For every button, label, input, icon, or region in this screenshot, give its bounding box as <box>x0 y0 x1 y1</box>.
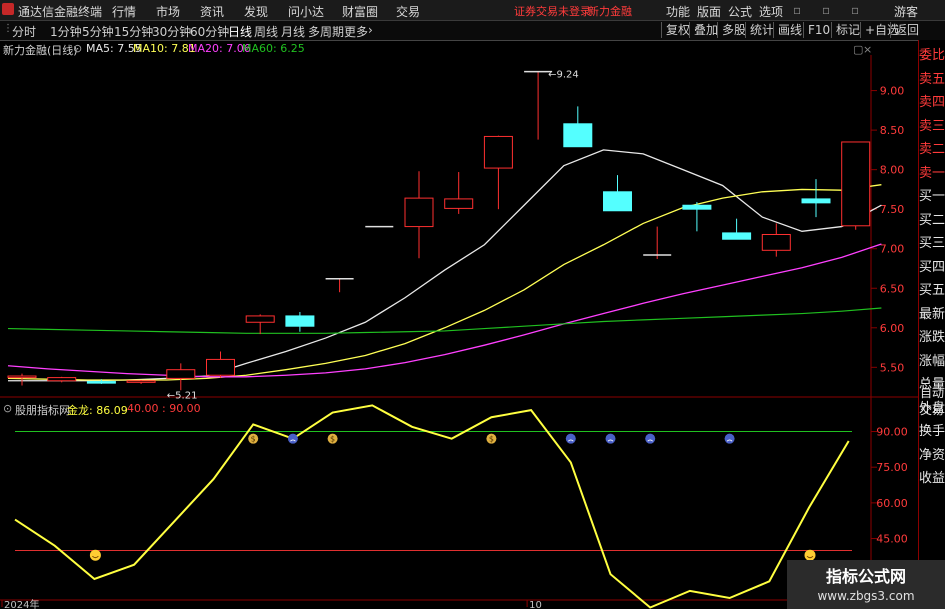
watermark-title: 指标公式网 <box>825 567 906 586</box>
candle-body <box>682 204 712 210</box>
side-panel-item[interactable]: 换手 <box>919 420 945 443</box>
svg-text:$: $ <box>489 435 494 444</box>
svg-text:$: $ <box>330 435 335 444</box>
side-panel-item[interactable]: 卖四 <box>919 91 945 114</box>
marker-money-icon: $ <box>486 433 497 444</box>
side-panel-item[interactable]: 收益 <box>919 467 945 490</box>
marker-sad-icon <box>724 433 735 444</box>
candle-body <box>603 191 632 212</box>
side-panel-item[interactable]: 最新 <box>919 303 945 326</box>
x-tick-label: 2024年 <box>4 598 39 609</box>
side-panel-item[interactable]: 卖三 <box>919 115 945 138</box>
y-tick-label: 60.00 <box>876 497 908 510</box>
side-panel-item[interactable]: 净资 <box>919 444 945 467</box>
candle-body <box>285 315 315 327</box>
ma-line-ma5 <box>8 149 882 382</box>
candle-body <box>483 135 513 169</box>
side-panel-item[interactable]: 卖二 <box>919 138 945 161</box>
candle-body <box>563 123 593 148</box>
candle-body <box>841 141 871 227</box>
candle-body <box>206 358 235 376</box>
y-tick-label: 7.00 <box>880 243 905 256</box>
marker-smile-icon <box>89 549 101 561</box>
y-tick-label: 8.50 <box>880 124 905 137</box>
candle-body <box>761 233 791 251</box>
ma-line-ma20 <box>7 243 882 378</box>
side-panel-item[interactable]: 买一 <box>919 185 945 208</box>
side-panel-item[interactable]: 委比 <box>919 44 945 67</box>
candle-body <box>404 197 434 228</box>
ma-line-ma10 <box>7 184 882 381</box>
side-panel-item[interactable]: 买四 <box>919 256 945 279</box>
candle-body <box>7 375 37 379</box>
marker-sad-icon <box>645 433 656 444</box>
side-panel-item[interactable]: 自动 <box>919 385 945 402</box>
y-tick-label: 75.00 <box>876 461 908 474</box>
annotation-label: ←5.21 <box>167 390 198 401</box>
candle-body <box>86 381 116 384</box>
restore-pane-icon: ▢ <box>853 43 863 56</box>
close-pane-icon: × <box>863 43 872 56</box>
side-panel-item[interactable]: 买三 <box>919 232 945 255</box>
side-panel-item[interactable]: 卖五 <box>919 68 945 91</box>
y-tick-label: 9.00 <box>880 85 905 98</box>
marker-sad-icon <box>565 433 576 444</box>
candle-body <box>166 369 196 379</box>
svg-text:$: $ <box>251 435 256 444</box>
indicator-line <box>14 404 850 609</box>
y-tick-label: 5.50 <box>880 361 905 374</box>
marker-sad-icon <box>287 433 298 444</box>
side-panel-item[interactable]: 涨跌 <box>919 326 945 349</box>
watermark-url: www.zbgs3.com <box>817 589 915 603</box>
candle-body <box>245 315 275 323</box>
side-panel-item[interactable]: 交易 <box>919 402 945 419</box>
x-tick-label: 10 <box>529 600 542 609</box>
marker-sad-icon <box>605 433 616 444</box>
y-tick-label: 90.00 <box>876 426 908 439</box>
ma-line-ma60 <box>7 307 882 334</box>
y-tick-label: 7.50 <box>880 203 905 216</box>
candle-body <box>722 232 752 240</box>
candle-body <box>801 198 831 204</box>
candle-body <box>47 377 77 382</box>
side-panel-item[interactable]: 买二 <box>919 209 945 232</box>
annotation-label: ←9.24 <box>548 70 579 81</box>
watermark: 指标公式网 www.zbgs3.com <box>787 560 945 609</box>
candle-body <box>126 380 156 383</box>
kline-chart[interactable]: 9.00 8.50 8.00 7.50 7.00 6.50 6.00 5.50 90.00 75… <box>0 0 918 609</box>
side-panel-item[interactable]: 卖一 <box>919 162 945 185</box>
marker-money-icon: $ <box>248 433 259 444</box>
y-tick-label: 6.00 <box>880 322 905 335</box>
marker-money-icon: $ <box>327 433 338 444</box>
y-tick-label: 8.00 <box>880 164 905 177</box>
candle-body <box>444 198 474 209</box>
side-panel-item[interactable]: 买五 <box>919 279 945 302</box>
y-tick-label: 45.00 <box>876 533 908 546</box>
side-panel-item[interactable]: 涨幅 <box>919 350 945 373</box>
y-tick-label: 6.50 <box>880 282 905 295</box>
